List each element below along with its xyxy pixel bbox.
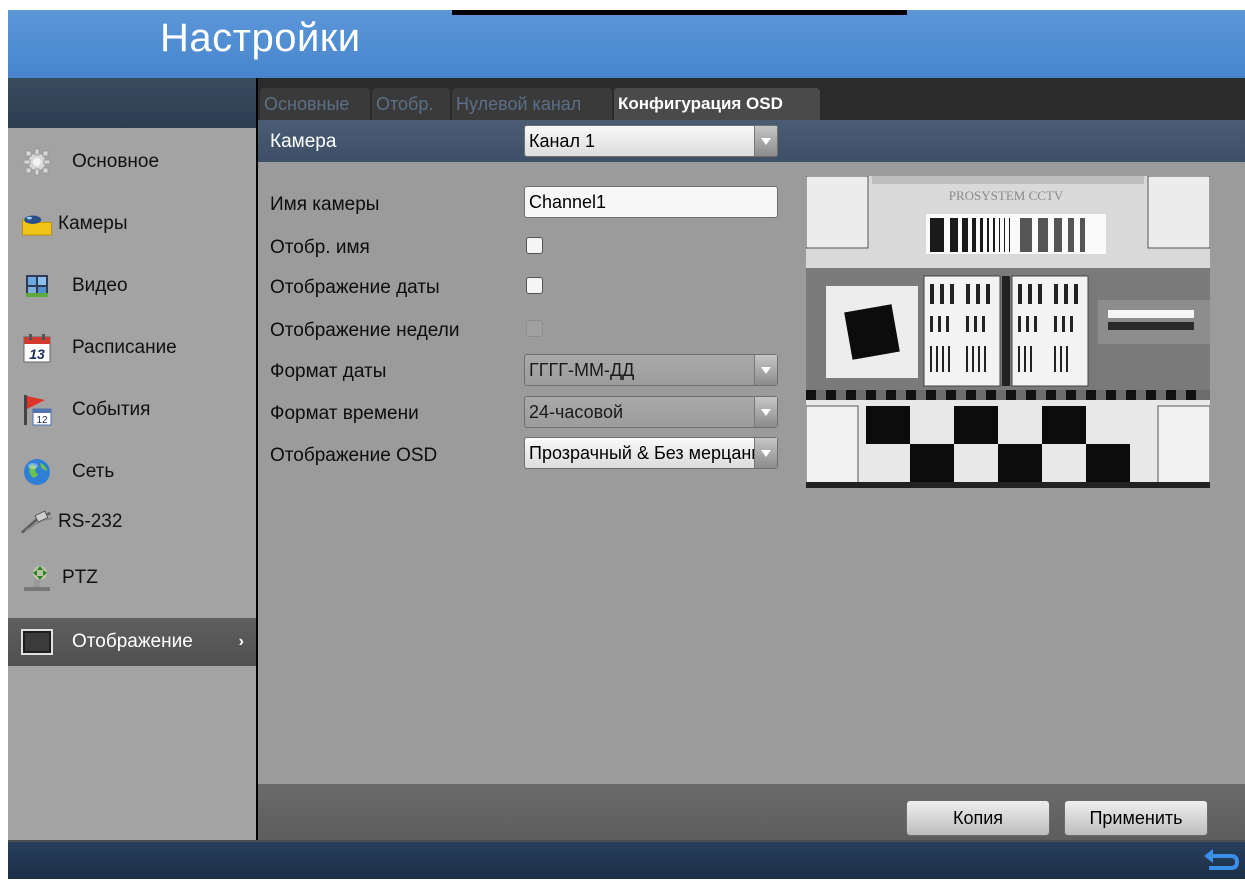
title-decoration-bar [452,10,907,15]
sidebar-item-label: PTZ [62,567,98,588]
sidebar-item-network[interactable]: Сеть [8,448,256,496]
time-format-value: 24-часовой [529,402,624,422]
tab-bar: Основные Отобр. Нулевой канал Конфигурац… [258,78,1245,120]
show-name-checkbox[interactable] [526,237,543,254]
sidebar-item-video[interactable]: Видео [8,262,256,310]
sidebar-item-label: RS-232 [58,511,123,532]
ptz-icon [20,563,54,593]
test-chart-image: PROSYSTEM CCTV [806,176,1210,488]
sidebar-item-label: Камеры [58,213,128,234]
camera-preview[interactable]: PROSYSTEM CCTV [806,176,1210,488]
chevron-down-icon [754,126,777,156]
osd-mode-select[interactable]: Прозрачный & Без мерцания [524,437,778,469]
video-icon [20,271,54,301]
chevron-down-icon [754,438,777,468]
show-week-checkbox[interactable] [526,320,543,337]
sidebar-item-events[interactable]: 12 События [8,386,256,434]
settings-window: Настройки Основное Камеры Видео 13 Распи… [8,10,1245,879]
sidebar-item-label: Видео [72,275,128,296]
events-icon-day: 12 [36,415,48,426]
sidebar-item-label: Отображение [72,631,193,652]
title-bar: Настройки [8,10,1245,78]
tab-zero-channel[interactable]: Нулевой канал [452,88,612,120]
footer-bar [8,840,1245,879]
main-panel: Основные Отобр. Нулевой канал Конфигурац… [258,78,1245,840]
sidebar-header [8,78,256,128]
globe-icon [20,457,54,487]
copy-button[interactable]: Копия [906,800,1050,836]
back-arrow-icon[interactable] [1201,846,1241,881]
camera-name-input[interactable]: Channel1 [524,186,778,218]
osd-mode-value: Прозрачный & Без мерцания [529,443,755,463]
camera-name-label: Имя камеры [270,194,380,215]
calendar-icon: 13 [20,333,54,363]
tab-basic[interactable]: Основные [260,88,370,120]
camera-label: Камера [270,131,337,152]
sidebar-item-schedule[interactable]: 13 Расписание [8,324,256,372]
sidebar-item-label: События [72,399,151,420]
date-format-label: Формат даты [270,361,387,382]
watermark-text: PROSYSTEM CCTV [949,188,1064,203]
apply-button[interactable]: Применить [1064,800,1208,836]
date-format-select[interactable]: ГГГГ-ММ-ДД [524,354,778,386]
camera-select[interactable]: Канал 1 [524,125,778,157]
cable-icon [20,507,54,537]
camera-row: Камера Канал 1 [258,120,1245,162]
sidebar-item-ptz[interactable]: PTZ [8,554,256,602]
sidebar-item-label: Сеть [72,461,115,482]
camera-icon [20,209,54,239]
sidebar-item-cameras[interactable]: Камеры [8,200,256,248]
time-format-label: Формат времени [270,403,419,424]
show-date-label: Отображение даты [270,277,440,298]
tab-display[interactable]: Отобр. [372,88,450,120]
show-date-checkbox[interactable] [526,277,543,294]
tab-osd-config[interactable]: Конфигурация OSD [614,88,820,120]
sidebar-item-basic[interactable]: Основное [8,138,256,186]
camera-select-value: Канал 1 [529,131,595,151]
show-name-label: Отобр. имя [270,237,370,258]
flag-calendar-icon: 12 [20,395,54,426]
chevron-down-icon [754,397,777,427]
monitor-icon [20,627,54,657]
window-title: Настройки [160,16,361,60]
chevron-right-icon: › [238,633,244,650]
calendar-icon-day: 13 [29,346,45,362]
sidebar: Основное Камеры Видео 13 Расписание 12 С… [8,78,256,840]
bottom-action-bar: Копия Применить [258,784,1245,840]
sidebar-item-label: Основное [72,151,160,172]
show-week-label: Отображение недели [270,320,460,341]
date-format-value: ГГГГ-ММ-ДД [529,360,635,380]
sidebar-item-rs232[interactable]: RS-232 [8,498,256,546]
gear-icon [20,147,54,177]
camera-name-value: Channel1 [529,192,607,212]
sidebar-item-label: Расписание [72,337,177,358]
osd-mode-label: Отображение OSD [270,445,438,466]
sidebar-item-display[interactable]: Отображение › [8,618,256,666]
time-format-select[interactable]: 24-часовой [524,396,778,428]
chevron-down-icon [754,355,777,385]
